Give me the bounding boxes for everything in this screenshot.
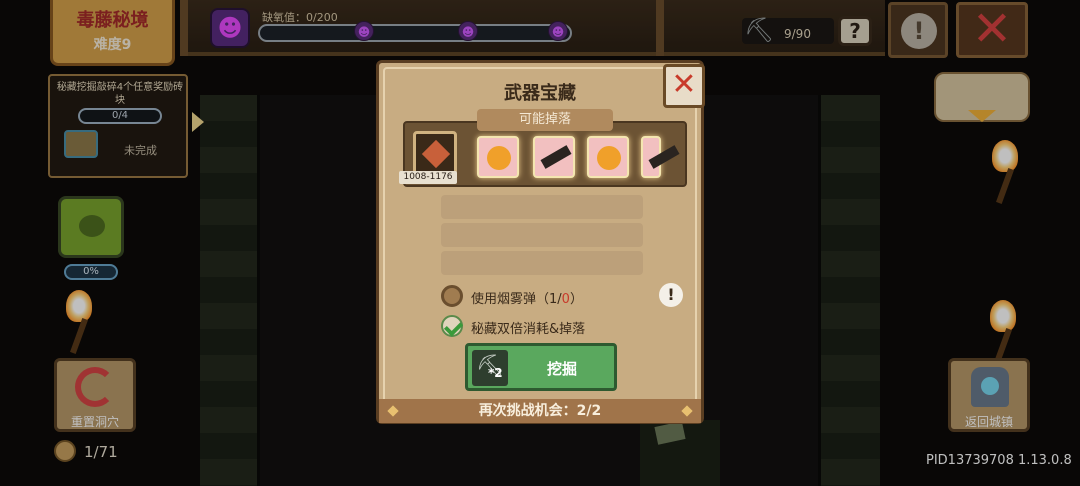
ore-drop-icon[interactable] xyxy=(413,131,457,175)
empty-slot xyxy=(441,195,643,219)
dig-label: 挖掘 xyxy=(546,360,577,378)
weapon-drop-icon[interactable] xyxy=(533,136,575,178)
empty-slot xyxy=(441,251,643,275)
dialog-subtitle: 可能掉落 xyxy=(477,109,613,131)
weapon-treasure-dialog: 武器宝藏 ✕ 可能掉落 1008-1176 使用烟雾弹（1/0） ! 秘藏双倍消… xyxy=(376,60,705,424)
empty-slot xyxy=(441,223,643,247)
double-cost-label: 秘藏双倍消耗&掉落 xyxy=(471,322,586,337)
weapon-drop-icon[interactable] xyxy=(477,136,519,178)
smoke-bomb-checkbox[interactable] xyxy=(441,285,463,307)
dig-multiplier: *2 xyxy=(488,366,503,380)
weapon-drop-icon[interactable] xyxy=(641,136,661,178)
dig-button[interactable]: ⛏ *2 挖掘 xyxy=(465,343,617,391)
dialog-close-button[interactable]: ✕ xyxy=(663,64,705,108)
weapon-drop-icon[interactable] xyxy=(587,136,629,178)
double-cost-checkbox[interactable] xyxy=(441,315,463,337)
info-icon[interactable]: ! xyxy=(659,283,683,307)
smoke-bomb-label: 使用烟雾弹（1/0） xyxy=(471,292,583,307)
retry-chances: 再次挑战机会：2/2 xyxy=(379,399,701,423)
drop-range: 1008-1176 xyxy=(399,171,457,184)
dialog-title: 武器宝藏 xyxy=(504,83,576,104)
